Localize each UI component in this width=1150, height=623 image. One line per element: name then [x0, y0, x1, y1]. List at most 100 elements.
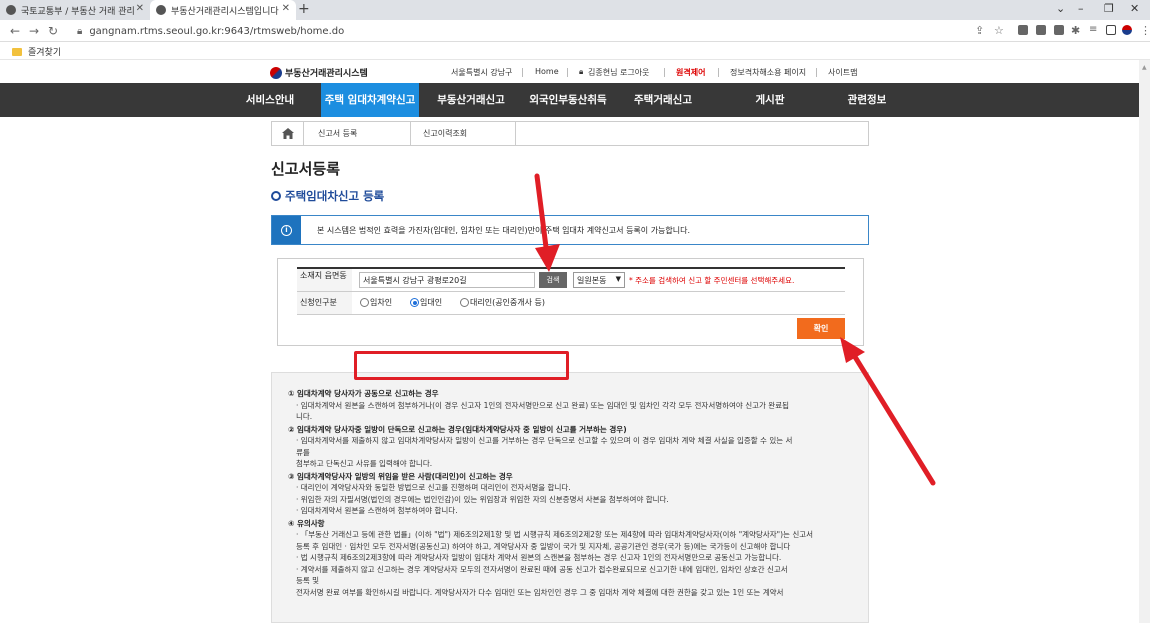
info-icon: i [272, 216, 301, 244]
divider [410, 122, 411, 145]
nav-board[interactable]: 게시판 [740, 83, 800, 117]
side-panel-icon[interactable] [1106, 25, 1116, 35]
chevron-down-icon[interactable]: ⌄ [1056, 2, 1065, 15]
divider [567, 68, 568, 77]
guide-line: · 대리인이 계약당사자와 동일한 방법으로 신고를 진행하며 대리인이 전자서… [296, 483, 571, 492]
bookmark-bar: 즐겨찾기 [0, 42, 1150, 60]
back-icon[interactable]: ← [10, 24, 20, 38]
sitemap-link[interactable]: 사이트맵 [828, 67, 857, 78]
divider [522, 68, 523, 77]
divider [515, 122, 516, 145]
browser-tab-bar: 국토교통부 / 부동산 거래 관리 ✕ 부동산거래관리시스템입니다 ✕ + ⌄ … [0, 0, 1150, 20]
forward-icon[interactable]: → [29, 24, 39, 38]
guide-line: 전자서명 완료 여부를 확인하시길 바랍니다. 계약당사자가 다수 임대인 또는… [296, 587, 784, 597]
minimize-icon[interactable]: – [1078, 2, 1084, 15]
scroll-up-icon[interactable]: ▲ [1142, 64, 1147, 71]
accessibility-page-link[interactable]: 정보격차해소용 페이지 [730, 67, 806, 78]
applicant-label: 신청인구분 [297, 292, 352, 314]
tab-title: 국토교통부 / 부동산 거래 관리 [21, 6, 135, 17]
logout-link[interactable]: 김종현님 로그아웃 [588, 67, 649, 78]
address-hint: * 주소를 검색하여 신고 할 주민센터를 선택해주세요. [629, 276, 795, 285]
address-bar-row: ← → ↻ 🔒︎ gangnam.rtms.seoul.go.kr:9643/r… [0, 20, 1150, 42]
radio-agent[interactable]: 대리인(공인중개사 등) [460, 297, 545, 308]
browser-tab[interactable]: 국토교통부 / 부동산 거래 관리 ✕ [0, 0, 150, 20]
office-select[interactable]: 일원본동 ▼ [573, 272, 625, 288]
nav-housing-report[interactable]: 주택거래신고 [619, 83, 707, 117]
radio-button[interactable] [360, 298, 369, 307]
guide-line: 첨부하고 단독신고 사유를 입력해야 합니다. [296, 459, 433, 468]
close-icon[interactable]: ✕ [282, 3, 290, 14]
remote-control-link[interactable]: 원격제어 [676, 67, 705, 78]
nav-foreigner-acquisition[interactable]: 외국인부동산취득 [523, 83, 613, 117]
guide-panel: ① 임대차계약 당사자가 공동으로 신고하는 경우 · 임대차계약서 원본을 스… [271, 372, 869, 623]
guide-line: · 계약서를 제출하지 않고 신고하는 경우 계약당사자 모두의 전자서명이 완… [296, 564, 788, 574]
share-icon[interactable]: ⇪ [975, 24, 984, 37]
globe-icon [6, 5, 16, 15]
nav-related-info[interactable]: 관련정보 [835, 83, 899, 117]
guide-section-title: ② 임대차계약 당사자중 일방이 단독으로 신고하는 경우(임대차계약당사자 중… [288, 424, 627, 434]
radio-button[interactable] [460, 298, 469, 307]
home-icon[interactable] [272, 122, 304, 145]
reading-list-icon[interactable]: ≡ [1089, 24, 1097, 35]
divider [816, 68, 817, 77]
radio-label: 대리인(공인중개사 등) [470, 298, 546, 307]
location-label: 소재지 읍면동 [297, 269, 352, 291]
guide-section-title: ① 임대차계약 당사자가 공동으로 신고하는 경우 [288, 389, 439, 398]
menu-icon[interactable]: ⋮ [1140, 24, 1150, 37]
url-text: gangnam.rtms.seoul.go.kr:9643/rtmsweb/ho… [89, 26, 345, 37]
nav-lease-report[interactable]: 주택 임대차계약신고 [321, 83, 419, 117]
scrollbar[interactable]: ▲ [1139, 60, 1150, 623]
folder-icon [12, 47, 22, 56]
window-close-icon[interactable]: ✕ [1130, 2, 1139, 15]
profile-avatar[interactable] [1122, 25, 1132, 35]
office-select-value: 일원본동 [577, 276, 607, 285]
annotation-highlight-box [354, 351, 569, 380]
confirm-button[interactable]: 확인 [797, 318, 845, 339]
guide-line: · 임대차계약서 원본을 스캔하여 첨부하거나(이 경우 신고자 1인의 전자서… [296, 400, 790, 410]
radio-tenant[interactable]: 임차인 [360, 297, 392, 308]
guide-line: · 「부동산 거래신고 등에 관한 법률」(이하 "법") 제6조의2제1항 및… [296, 530, 814, 539]
form-row-location: 소재지 읍면동 서울특별시 강남구 광평로20길 검색 일원본동 ▼ * 주소를… [297, 269, 845, 292]
radio-button-selected[interactable] [410, 298, 419, 307]
breadcrumb-register[interactable]: 신고서 등록 [318, 128, 357, 139]
radio-label: 임대인 [420, 298, 443, 307]
circle-bullet-icon [271, 191, 281, 201]
main-navigation: 서비스안내 주택 임대차계약신고 부동산거래신고 외국인부동산취득 주택거래신고… [0, 83, 1139, 117]
lock-icon: 🔒︎ [77, 26, 83, 37]
nav-service-info[interactable]: 서비스안내 [235, 83, 305, 117]
url-field[interactable]: 🔒︎ gangnam.rtms.seoul.go.kr:9643/rtmsweb… [77, 23, 967, 40]
breadcrumb-history[interactable]: 신고이력조회 [423, 128, 467, 139]
restore-icon[interactable]: ❐ [1104, 2, 1114, 15]
puzzle-icon[interactable]: ✱ [1071, 24, 1080, 37]
guide-line: 등록 및 [296, 576, 320, 585]
close-icon[interactable]: ✕ [136, 3, 144, 14]
browser-tab-active[interactable]: 부동산거래관리시스템입니다 ✕ [150, 0, 296, 20]
breadcrumb: 신고서 등록 신고이력조회 [271, 121, 869, 146]
site-logo[interactable]: 부동산거래관리시스템 [270, 66, 368, 79]
form-row-applicant: 신청인구분 임차인 임대인 대리인(공인중개사 등) [297, 292, 845, 315]
extension-icon[interactable] [1018, 25, 1028, 35]
new-tab-button[interactable]: + [298, 1, 310, 17]
guide-line: 류를 [296, 447, 310, 457]
radio-label: 임차인 [370, 298, 393, 307]
nav-real-estate-report[interactable]: 부동산거래신고 [425, 83, 517, 117]
extension-icon[interactable] [1036, 25, 1046, 35]
divider [664, 68, 665, 77]
reload-icon[interactable]: ↻ [48, 24, 58, 38]
address-input[interactable]: 서울특별시 강남구 광평로20길 [359, 272, 535, 288]
extension-icon[interactable] [1054, 25, 1064, 35]
star-icon[interactable]: ☆ [994, 24, 1004, 37]
address-search-button[interactable]: 검색 [539, 272, 567, 288]
notice-text: 본 시스템은 법적인 효력을 가진자(임대인, 임차인 또는 대리인)만이 주택… [317, 226, 691, 235]
bookmark-label: 즐겨찾기 [28, 48, 62, 58]
report-form: 소재지 읍면동 서울특별시 강남구 광평로20길 검색 일원본동 ▼ * 주소를… [277, 258, 864, 346]
chevron-down-icon: ▼ [615, 275, 621, 283]
divider [718, 68, 719, 77]
guide-line: · 법 시행규칙 제6조의2제3항에 따라 계약당사자 일방이 임대차 계약서 … [296, 553, 782, 562]
guide-section-title: ④ 유의사항 [288, 518, 325, 528]
bookmark-item[interactable]: 즐겨찾기 [12, 45, 61, 58]
radio-landlord[interactable]: 임대인 [410, 297, 442, 308]
form-table: 소재지 읍면동 서울특별시 강남구 광평로20길 검색 일원본동 ▼ * 주소를… [297, 267, 845, 315]
home-link[interactable]: Home [535, 67, 559, 76]
guide-line: 등록 후 임대인 · 임차인 모두 전자서명(공동신고) 하여야 하고, 계약당… [296, 541, 791, 551]
